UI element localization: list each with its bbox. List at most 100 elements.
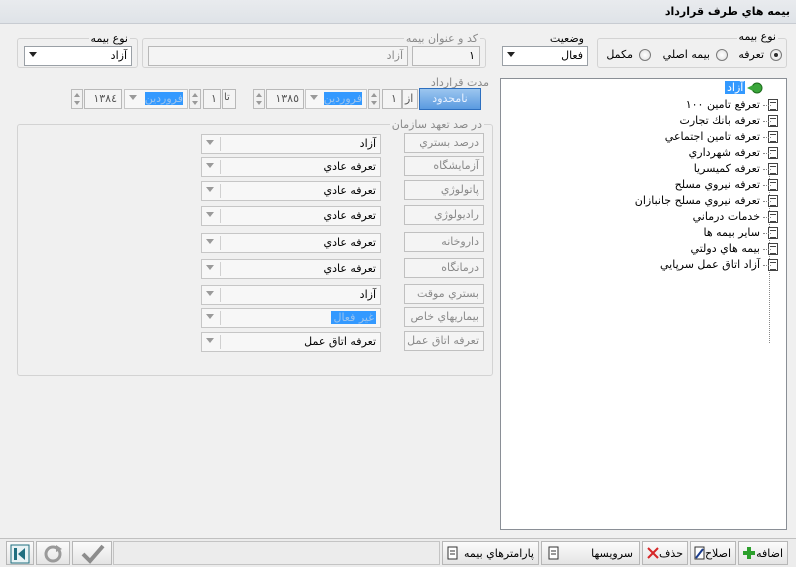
chevron-down-icon: [206, 212, 214, 217]
tree-item-label: تعرفه بانك تجارت: [679, 114, 760, 127]
chevron-down-icon: [206, 291, 214, 296]
commitment-row-select[interactable]: تعرفه عادي: [201, 259, 381, 279]
chevron-down-icon: [29, 52, 37, 57]
tree-item[interactable]: آزاد اتاق عمل سرپايي: [660, 257, 778, 273]
commitment-row-value: تعرفه اتاق عمل: [304, 335, 376, 348]
tree-root-label: آزاد: [725, 81, 746, 94]
commitment-row-select[interactable]: تعرفه عادي: [201, 206, 381, 226]
tree-item[interactable]: تعرفه تامين اجتماعي: [664, 129, 778, 145]
title-field[interactable]: آزاد: [148, 46, 408, 66]
commitment-row-select[interactable]: تعرفه عادي: [201, 233, 381, 253]
radio-mokammel-label[interactable]: مكمل: [606, 48, 633, 61]
tree-item[interactable]: تعرفه بانك تجارت: [679, 113, 778, 129]
from-year-value: ١٣٨٥: [275, 92, 299, 105]
code-title-label: كد و عنوان بيمه: [403, 32, 480, 45]
status-select[interactable]: فعال: [502, 46, 588, 66]
from-label-box: از: [402, 89, 418, 109]
unlimited-button[interactable]: نامحدود: [419, 88, 481, 110]
commitment-row-value: تعرفه عادي: [323, 236, 376, 249]
tree-item[interactable]: تعرفه كميسريا: [693, 161, 778, 177]
tree-item-label: تعرفع تامين ١٠٠: [685, 98, 760, 111]
insurance-type-value: آزاد: [110, 49, 127, 62]
to-year-field[interactable]: ١٣٨٤: [84, 89, 122, 109]
tree-item-label: خدمات درماني: [692, 210, 760, 223]
tree-connector: [763, 265, 771, 266]
tree-connector: [763, 121, 771, 122]
select-divider: [220, 288, 221, 302]
window-title: بيمه هاي طرف قرارداد: [664, 5, 790, 18]
insurance-kind-label: نوع بيمه: [736, 30, 778, 43]
select-divider: [220, 160, 221, 174]
from-month-value: فروردين: [323, 92, 362, 105]
to-year-spinner[interactable]: [71, 89, 83, 109]
services-button[interactable]: سرويسها: [541, 541, 640, 565]
tree-item[interactable]: تعرفه نيروي مسلح جانبازان: [635, 193, 778, 209]
tree-root[interactable]: آزاد: [725, 81, 746, 94]
tree-item-label: تعرفه كميسريا: [693, 162, 760, 175]
select-divider: [220, 209, 221, 223]
document-icon: [548, 546, 559, 560]
tree-item[interactable]: تعرفع تامين ١٠٠: [685, 97, 778, 113]
to-day-spinner[interactable]: [189, 89, 201, 109]
commitment-row-label: بيماريهاي خاص: [404, 307, 484, 327]
document-icon: [447, 546, 458, 560]
check-button[interactable]: [72, 541, 112, 565]
pin-icon: [747, 81, 763, 95]
tree-item[interactable]: بيمه هاي دولتي: [691, 241, 778, 257]
code-field[interactable]: ١: [412, 46, 480, 66]
commitment-row-label: درصد بستري: [404, 133, 484, 153]
tree-item-label: ساير بيمه ها: [703, 226, 760, 239]
commitment-row-select[interactable]: غير فعال: [201, 308, 381, 328]
insurance-type-select[interactable]: آزاد: [24, 46, 132, 66]
tree-item-label: تعرفه تامين اجتماعي: [664, 130, 760, 143]
commitment-row-value: غير فعال: [331, 311, 376, 324]
tree-line: [769, 167, 770, 343]
radio-mokammel[interactable]: [639, 49, 651, 61]
chevron-down-icon: [507, 52, 515, 57]
insurance-tree[interactable]: آزاد تعرفع تامين ١٠٠ تعرفه بانك تجارت تعرف…: [500, 78, 787, 530]
radio-bime-asli-label[interactable]: بيمه اصلي: [663, 48, 710, 61]
tree-item[interactable]: تعرفه نيروي مسلح: [674, 177, 778, 193]
add-button-label: اضافه: [756, 547, 783, 560]
exit-button[interactable]: [6, 541, 34, 565]
commitment-row-label: پاتولوژي: [404, 180, 484, 200]
add-button[interactable]: اضافه: [738, 541, 788, 565]
chevron-down-icon: [129, 95, 137, 100]
commitment-row-select[interactable]: تعرفه عادي: [201, 181, 381, 201]
to-month-value: فروردين: [144, 92, 183, 105]
from-year-field[interactable]: ١٣٨٥: [266, 89, 304, 109]
radio-tarefe[interactable]: [770, 49, 782, 61]
commitment-row-label: بستري موقت: [404, 284, 484, 304]
refresh-button[interactable]: [36, 541, 70, 565]
chevron-down-icon: [206, 163, 214, 168]
tree-connector: [763, 217, 771, 218]
to-day-field[interactable]: ١: [203, 89, 221, 109]
commitment-row-select[interactable]: تعرفه عادي: [201, 157, 381, 177]
from-year-spinner[interactable]: [253, 89, 265, 109]
exit-icon: [10, 544, 30, 564]
tree-item-label: تعرفه نيروي مسلح: [674, 178, 760, 191]
tree-item[interactable]: خدمات درماني: [692, 209, 778, 225]
commitment-row-value: تعرفه عادي: [323, 184, 376, 197]
tree-connector: [763, 201, 771, 202]
to-month-select[interactable]: فروردين: [124, 89, 188, 109]
commitment-row-select[interactable]: آزاد: [201, 134, 381, 154]
commitment-row-select[interactable]: آزاد: [201, 285, 381, 305]
select-divider: [220, 137, 221, 151]
radio-bime-asli[interactable]: [716, 49, 728, 61]
tree-item[interactable]: تعرفه شهرداري: [689, 145, 778, 161]
radio-tarefe-label[interactable]: تعرفه: [738, 48, 764, 61]
to-label: تا: [224, 92, 230, 103]
from-month-select[interactable]: فروردين: [305, 89, 367, 109]
edit-button[interactable]: اصلاح: [690, 541, 736, 565]
from-day-field[interactable]: ١: [382, 89, 402, 109]
edit-button-label: اصلاح: [704, 547, 731, 560]
chevron-down-icon: [206, 140, 214, 145]
chevron-down-icon: [206, 338, 214, 343]
delete-button[interactable]: حذف: [642, 541, 688, 565]
checkmark-icon: [81, 544, 105, 564]
commitment-row-select[interactable]: تعرفه اتاق عمل: [201, 332, 381, 352]
tree-item[interactable]: ساير بيمه ها: [703, 225, 778, 241]
from-day-spinner[interactable]: [368, 89, 380, 109]
params-button[interactable]: پارامترهاي بيمه: [442, 541, 539, 565]
